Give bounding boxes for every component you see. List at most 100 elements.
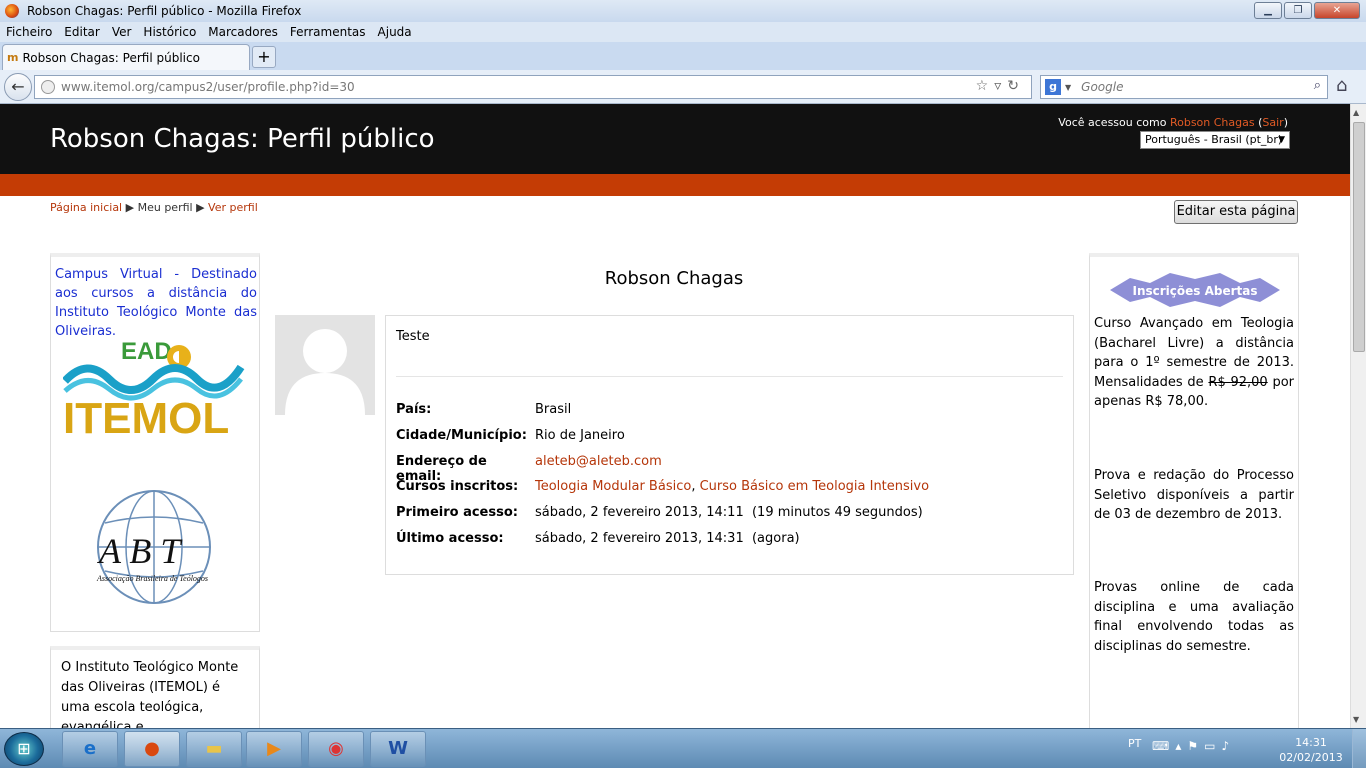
search-placeholder: Google — [1081, 80, 1124, 94]
svg-text:EAD: EAD — [121, 338, 172, 365]
field-label: Primeiro acesso: — [396, 505, 518, 520]
field-city: Cidade/Município: Rio de Janeiro — [396, 428, 625, 443]
clock-date: 02/02/2013 — [1279, 751, 1343, 764]
tab-profile[interactable]: m Robson Chagas: Perfil público — [2, 44, 250, 70]
firefox-taskbar-icon[interactable]: ● — [124, 731, 180, 767]
campus-description[interactable]: Campus Virtual - Destinado aos cursos a … — [55, 265, 257, 341]
clock[interactable]: 14:31 02/02/2013 — [1276, 735, 1346, 765]
menu-ferramentas[interactable]: Ferramentas — [290, 25, 366, 39]
abt-logo[interactable]: A B T Associação Brasileira de Teólogos — [91, 487, 217, 609]
new-tab-button[interactable]: + — [252, 46, 276, 68]
flag-icon[interactable]: ⚑ — [1187, 739, 1204, 753]
enrollment-paragraph-1: Curso Avançado em Teologia (Bacharel Liv… — [1094, 314, 1294, 412]
home-icon[interactable]: ⌂ — [1336, 75, 1347, 96]
search-icon[interactable]: ⌕ — [1314, 78, 1321, 93]
menu-bar: Ficheiro Editar Ver Histórico Marcadores… — [0, 22, 1366, 42]
bookmark-star-icon[interactable]: ☆ — [976, 78, 995, 94]
window-controls: ▁ ❐ ✕ — [1252, 2, 1360, 19]
restore-button[interactable]: ❐ — [1284, 2, 1312, 19]
about-text: O Instituto Teológico Monte das Oliveira… — [61, 660, 239, 735]
page-title: Robson Chagas: Perfil público — [50, 124, 435, 154]
login-close-paren: ) — [1283, 116, 1288, 129]
dropdown-icon[interactable]: ▿ — [994, 78, 1007, 94]
svg-text:Associação Brasileira de Teólo: Associação Brasileira de Teólogos — [96, 574, 208, 583]
course-link-modular[interactable]: Teologia Modular Básico — [535, 479, 691, 494]
language-value: Português - Brasil (pt_br) — [1145, 133, 1283, 146]
media-player-taskbar-icon[interactable]: ▶ — [246, 731, 302, 767]
scroll-down-icon[interactable]: ▼ — [1353, 715, 1359, 724]
tab-label: Robson Chagas: Perfil público — [22, 50, 200, 65]
ie-taskbar-icon[interactable]: e — [62, 731, 118, 767]
keyboard-icon[interactable]: ⌨ — [1152, 739, 1175, 753]
divider — [396, 376, 1063, 377]
menu-marcadores[interactable]: Marcadores — [208, 25, 278, 39]
window-titlebar: Robson Chagas: Perfil público - Mozilla … — [0, 0, 1366, 22]
enrollment-badge[interactable]: Inscrições Abertas — [1110, 273, 1280, 307]
chrome-taskbar-icon[interactable]: ◉ — [308, 731, 364, 767]
address-bar[interactable]: www.itemol.org/campus2/user/profile.php?… — [34, 75, 1032, 99]
menu-ajuda[interactable]: Ajuda — [378, 25, 412, 39]
url-action-icons: ☆▿↻ — [976, 78, 1025, 94]
language-select[interactable]: Português - Brasil (pt_br) ▼ — [1140, 131, 1290, 149]
search-engine-dropdown-icon[interactable]: ▼ — [1065, 83, 1071, 92]
profile-details: Teste País: Brasil Cidade/Município: Rio… — [385, 315, 1074, 575]
moodle-icon: m — [7, 51, 19, 64]
menu-editar[interactable]: Editar — [64, 25, 100, 39]
enrollment-paragraph-2: Prova e redação do Processo Seletivo dis… — [1094, 468, 1294, 522]
user-link[interactable]: Robson Chagas — [1170, 116, 1255, 129]
enrollment-paragraph-3: Provas online de cada disciplina e uma a… — [1094, 580, 1294, 654]
globe-icon — [41, 80, 55, 94]
menu-ficheiro[interactable]: Ficheiro — [6, 25, 52, 39]
field-value: sábado, 2 fevereiro 2013, 14:31 (agora) — [535, 531, 800, 546]
breadcrumb-my-profile: Meu perfil — [137, 201, 193, 214]
volume-icon[interactable]: ♪ — [1221, 739, 1235, 753]
firefox-icon — [5, 4, 19, 18]
field-value: sábado, 2 fevereiro 2013, 14:11 (19 minu… — [535, 505, 923, 520]
menu-historico[interactable]: Histórico — [143, 25, 196, 39]
login-prefix: Você acessou como — [1058, 116, 1170, 129]
right-block-enrollment: Inscrições Abertas Curso Avançado em Teo… — [1089, 253, 1299, 753]
page-header: Robson Chagas: Perfil público Você acess… — [0, 104, 1350, 174]
language-indicator[interactable]: PT — [1128, 737, 1141, 750]
course-link-intensivo[interactable]: Curso Básico em Teologia Intensivo — [700, 479, 929, 494]
close-button[interactable]: ✕ — [1314, 2, 1360, 19]
explorer-taskbar-icon[interactable]: ▬ — [186, 731, 242, 767]
email-link[interactable]: aleteb@aleteb.com — [535, 454, 662, 469]
field-last-access: Último acesso: sábado, 2 fevereiro 2013,… — [396, 531, 800, 546]
breadcrumb-view-profile[interactable]: Ver perfil — [208, 201, 258, 214]
profile-name: Robson Chagas — [604, 268, 744, 289]
ead-itemol-logo[interactable]: EAD ITEMOL — [63, 337, 247, 437]
field-first-access: Primeiro acesso: sábado, 2 fevereiro 201… — [396, 505, 923, 520]
login-info: Você acessou como Robson Chagas (Sair) — [1058, 116, 1288, 129]
breadcrumb: Página inicial ▶ Meu perfil ▶ Ver perfil — [50, 201, 258, 214]
page-scrollbar[interactable]: ▲ ▼ — [1350, 104, 1366, 728]
old-price: R$ 92,00 — [1208, 374, 1268, 390]
word-taskbar-icon[interactable]: W — [370, 731, 426, 767]
menu-ver[interactable]: Ver — [112, 25, 132, 39]
scroll-thumb[interactable] — [1353, 122, 1365, 352]
clock-time: 14:31 — [1295, 736, 1327, 749]
edit-page-button[interactable]: Editar esta página — [1174, 200, 1298, 224]
taskbar: ⊞ e ● ▬ ▶ ◉ W PT ⌨▴⚑▭♪ 14:31 02/02/2013 — [0, 728, 1366, 768]
breadcrumb-home[interactable]: Página inicial — [50, 201, 122, 214]
show-desktop-button[interactable] — [1352, 729, 1366, 768]
search-bar[interactable]: g ▼ Google ⌕ — [1040, 75, 1328, 99]
left-block-about: O Instituto Teológico Monte das Oliveira… — [50, 646, 260, 736]
breadcrumb-separator-icon: ▶ — [125, 201, 135, 214]
google-icon[interactable]: g — [1045, 79, 1061, 95]
back-button[interactable]: ← — [4, 73, 32, 101]
reload-icon[interactable]: ↻ — [1007, 78, 1025, 94]
logout-link[interactable]: Sair — [1262, 116, 1283, 129]
scroll-up-icon[interactable]: ▲ — [1353, 108, 1359, 117]
profile-description: Teste — [396, 329, 430, 344]
field-courses: Cursos inscritos: Teologia Modular Básic… — [396, 479, 929, 494]
show-hidden-icon[interactable]: ▴ — [1175, 739, 1187, 753]
field-country: País: Brasil — [396, 402, 571, 417]
minimize-button[interactable]: ▁ — [1254, 2, 1282, 19]
start-button[interactable]: ⊞ — [4, 732, 44, 766]
svg-text:A B T: A B T — [97, 531, 183, 571]
window-title: Robson Chagas: Perfil público - Mozilla … — [27, 4, 302, 18]
network-icon[interactable]: ▭ — [1204, 739, 1221, 753]
field-label: Cursos inscritos: — [396, 479, 519, 494]
breadcrumb-separator-icon: ▶ — [196, 201, 205, 214]
